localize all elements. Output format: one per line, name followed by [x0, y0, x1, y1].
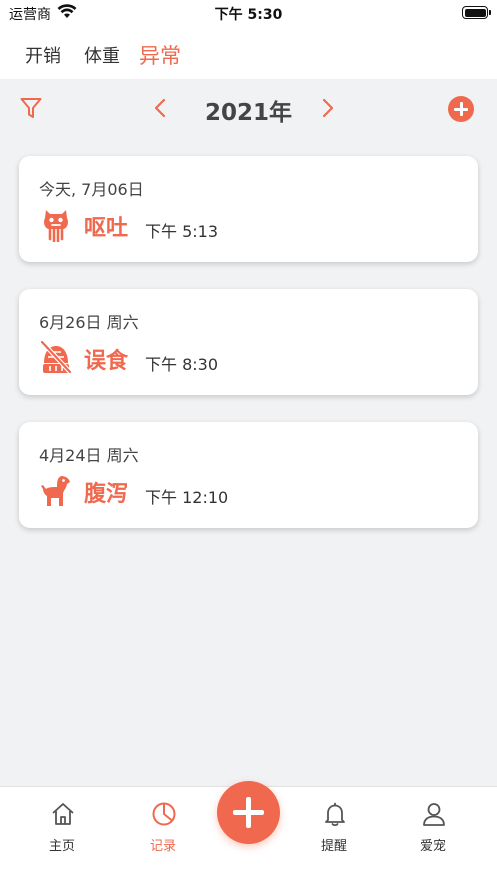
record-type: 呕吐 [84, 216, 129, 241]
tab-record-label: 记录 [149, 839, 176, 854]
record-card[interactable]: 今天, 7月06日 呕吐 下午 5:13 [19, 156, 478, 262]
vomit-icon [44, 210, 68, 242]
tab-remind-label: 提醒 [320, 839, 347, 854]
tab-weight[interactable]: 体重 [84, 42, 120, 68]
tab-home-label: 主页 [48, 839, 75, 854]
no-eat-icon [39, 339, 73, 375]
record-date: 4月24日 周六 [39, 446, 139, 465]
record-type: 误食 [84, 349, 129, 374]
record-type: 腹泻 [84, 482, 129, 507]
year-selector: 2021年 [0, 79, 497, 139]
tab-home[interactable]: 主页 [17, 787, 107, 857]
tab-pet-label: 爱宠 [419, 839, 446, 854]
pie-chart-icon [152, 802, 176, 826]
tab-record[interactable]: 记录 [118, 787, 208, 857]
chevron-right-icon[interactable] [320, 97, 336, 119]
top-navigation: 开销 体重 异常 [0, 26, 497, 79]
tab-abnormal[interactable]: 异常 [139, 40, 181, 70]
tab-expense[interactable]: 开销 [25, 42, 61, 68]
add-record-button[interactable] [448, 96, 474, 122]
tab-pet[interactable]: 爱宠 [388, 787, 478, 857]
record-date: 今天, 7月06日 [39, 180, 144, 199]
status-time: 下午 5:30 [214, 7, 283, 23]
home-icon [52, 803, 74, 825]
record-date: 6月26日 周六 [39, 313, 139, 332]
tab-remind[interactable]: 提醒 [289, 787, 379, 857]
record-time: 下午 8:30 [145, 355, 219, 374]
record-time: 下午 5:13 [145, 222, 219, 241]
year-title: 2021年 [204, 100, 292, 126]
record-card[interactable]: 4月24日 周六 腹泻 下午 12:10 [19, 422, 478, 528]
record-time: 下午 12:10 [145, 488, 229, 507]
record-card[interactable]: 6月26日 周六 误食 下午 8:30 [19, 289, 478, 395]
bell-icon [325, 802, 345, 827]
dog-icon [41, 476, 70, 506]
user-icon [423, 803, 445, 826]
status-bar: 运营商 下午 5:30 [0, 0, 497, 26]
battery-icon [462, 6, 491, 19]
add-button[interactable] [217, 781, 280, 844]
